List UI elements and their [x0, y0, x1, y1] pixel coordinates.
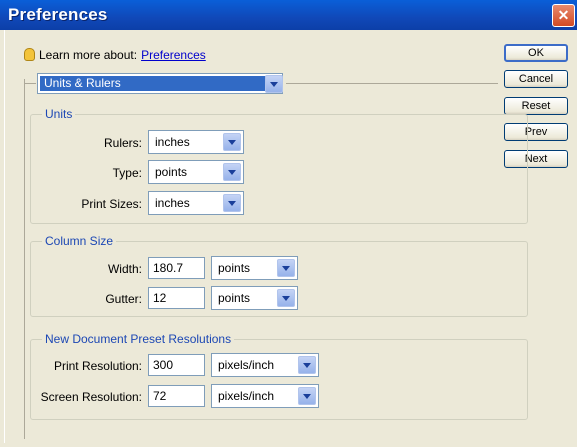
window-title: Preferences	[8, 5, 108, 24]
print-resolution-label: Print Resolution:	[53, 359, 142, 373]
category-selected-value: Units & Rulers	[40, 76, 266, 91]
chevron-down-icon[interactable]	[223, 133, 241, 151]
lightbulb-icon	[24, 48, 35, 61]
gutter-input[interactable]: 12	[148, 287, 205, 309]
reset-button[interactable]: Reset	[504, 97, 568, 115]
width-input[interactable]: 180.7	[148, 257, 205, 279]
cancel-button[interactable]: Cancel	[504, 70, 568, 88]
rulers-select[interactable]: inches	[148, 130, 244, 154]
close-button[interactable]: ✕	[552, 4, 575, 27]
width-label: Width:	[107, 262, 142, 276]
learn-more-label: Learn more about:	[39, 48, 138, 62]
type-select[interactable]: points	[148, 160, 244, 184]
category-select[interactable]: Units & Rulers	[37, 73, 283, 94]
chevron-down-icon[interactable]	[298, 356, 316, 374]
screen-resolution-input[interactable]: 72	[148, 385, 205, 407]
screen-resolution-unit-value: pixels/inch	[218, 389, 275, 403]
units-legend: Units	[42, 107, 76, 121]
rulers-value: inches	[155, 135, 190, 149]
chevron-down-icon[interactable]	[265, 75, 283, 93]
preset-resolutions-legend: New Document Preset Resolutions	[42, 332, 235, 346]
width-unit-select[interactable]: points	[211, 256, 298, 280]
ok-button[interactable]: OK	[504, 44, 568, 62]
chevron-down-icon[interactable]	[223, 194, 241, 212]
width-unit-value: points	[218, 261, 251, 275]
rulers-label: Rulers:	[103, 136, 142, 150]
gutter-unit-value: points	[218, 291, 251, 305]
learn-more: Learn more about: Preferences	[24, 48, 206, 62]
screen-resolution-unit-select[interactable]: pixels/inch	[211, 384, 319, 408]
chevron-down-icon[interactable]	[223, 163, 241, 181]
print-sizes-select[interactable]: inches	[148, 191, 244, 215]
type-value: points	[155, 165, 188, 179]
print-sizes-label: Print Sizes:	[81, 197, 142, 211]
print-sizes-value: inches	[155, 196, 190, 210]
chevron-down-icon[interactable]	[298, 387, 316, 405]
gutter-label: Gutter:	[105, 292, 142, 306]
screen-resolution-label: Screen Resolution:	[40, 390, 142, 404]
print-resolution-unit-select[interactable]: pixels/inch	[211, 353, 319, 377]
close-icon: ✕	[557, 7, 570, 23]
chevron-down-icon[interactable]	[277, 259, 295, 277]
column-size-legend: Column Size	[42, 234, 117, 248]
type-label: Type:	[112, 166, 142, 180]
title-bar: Preferences ✕	[0, 0, 577, 30]
gutter-unit-select[interactable]: points	[211, 286, 298, 310]
print-resolution-input[interactable]: 300	[148, 354, 205, 376]
chevron-down-icon[interactable]	[277, 289, 295, 307]
print-resolution-unit-value: pixels/inch	[218, 358, 275, 372]
preferences-help-link[interactable]: Preferences	[141, 48, 206, 62]
